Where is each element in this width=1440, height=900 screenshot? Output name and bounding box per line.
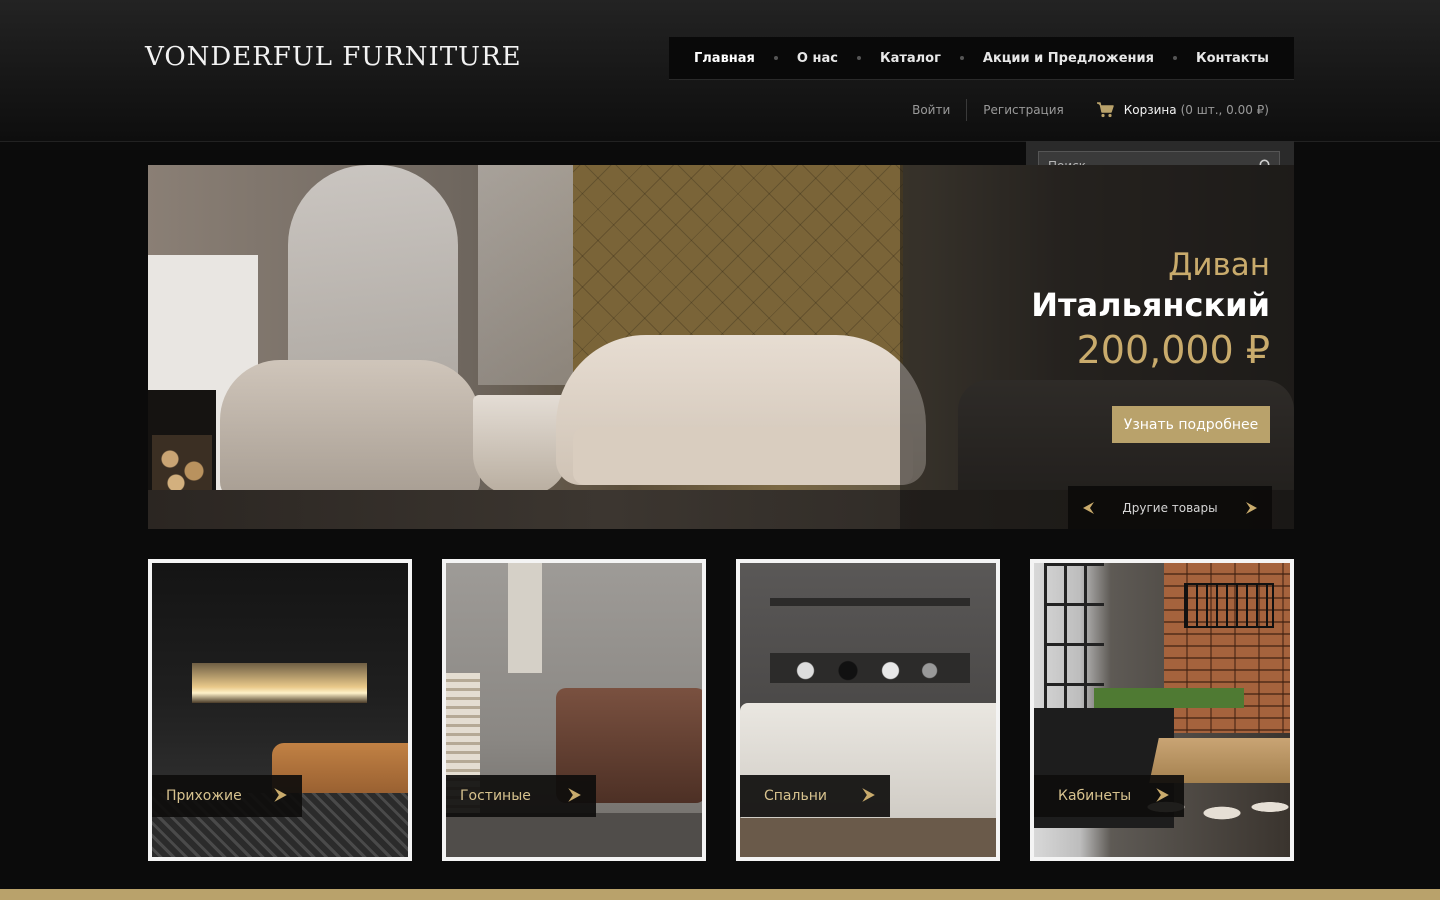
hero-title: Диван xyxy=(1168,247,1270,283)
category-label: Прихожие xyxy=(166,788,242,804)
login-link[interactable]: Войти xyxy=(912,103,950,117)
category-caption: Спальни xyxy=(740,775,890,817)
nav-separator xyxy=(959,56,964,60)
category-label: Спальни xyxy=(764,788,827,804)
cart-summary: (0 шт., 0.00 ₽) xyxy=(1180,103,1269,117)
arrow-right-icon xyxy=(272,787,288,807)
footer-band xyxy=(0,889,1440,900)
nav-item-contacts[interactable]: Контакты xyxy=(1196,51,1269,66)
category-label: Кабинеты xyxy=(1058,788,1132,804)
nav-item-home[interactable]: Главная xyxy=(694,51,755,66)
site-logo[interactable]: VONDERFUL FURNITURE xyxy=(145,42,522,72)
main-nav: Главная О нас Каталог Акции и Предложени… xyxy=(669,37,1294,80)
cart-label: Корзина xyxy=(1123,103,1177,117)
nav-separator xyxy=(856,56,861,60)
hero-subtitle: Итальянский xyxy=(1031,286,1270,324)
nav-item-about[interactable]: О нас xyxy=(797,51,838,66)
category-caption: Прихожие xyxy=(152,775,302,817)
hero-price: 200,000 ₽ xyxy=(1076,328,1270,372)
category-label: Гостиные xyxy=(460,788,531,804)
category-card-living-rooms[interactable]: Гостиные xyxy=(442,559,706,861)
arrow-right-icon[interactable] xyxy=(1244,501,1258,515)
nav-item-promotions[interactable]: Акции и Предложения xyxy=(983,51,1154,66)
hero-banner: Диван Итальянский 200,000 ₽ Узнать подро… xyxy=(148,165,1294,529)
category-grid: Прихожие Гостиные Спальни Кабинеты xyxy=(148,559,1294,861)
cart-icon xyxy=(1096,102,1114,118)
arrow-left-icon[interactable] xyxy=(1082,501,1096,515)
pager-label: Другие товары xyxy=(1122,500,1218,515)
category-card-offices[interactable]: Кабинеты xyxy=(1030,559,1294,861)
learn-more-button[interactable]: Узнать подробнее xyxy=(1112,406,1270,443)
nav-separator xyxy=(773,56,778,60)
nav-item-catalog[interactable]: Каталог xyxy=(880,51,941,66)
nav-separator xyxy=(1172,56,1177,60)
account-divider xyxy=(966,99,968,121)
arrow-right-icon xyxy=(1154,787,1170,807)
category-caption: Гостиные xyxy=(446,775,596,817)
register-link[interactable]: Регистрация xyxy=(983,103,1063,117)
account-bar: Войти Регистрация Корзина (0 шт., 0.00 ₽… xyxy=(912,98,1269,122)
site-header: VONDERFUL FURNITURE Главная О нас Катало… xyxy=(0,0,1440,142)
category-card-hallways[interactable]: Прихожие xyxy=(148,559,412,861)
arrow-right-icon xyxy=(566,787,582,807)
cart-link[interactable]: Корзина (0 шт., 0.00 ₽) xyxy=(1096,102,1269,118)
arrow-right-icon xyxy=(860,787,876,807)
category-card-bedrooms[interactable]: Спальни xyxy=(736,559,1000,861)
category-caption: Кабинеты xyxy=(1034,775,1184,817)
hero-pager: Другие товары xyxy=(1068,486,1272,529)
